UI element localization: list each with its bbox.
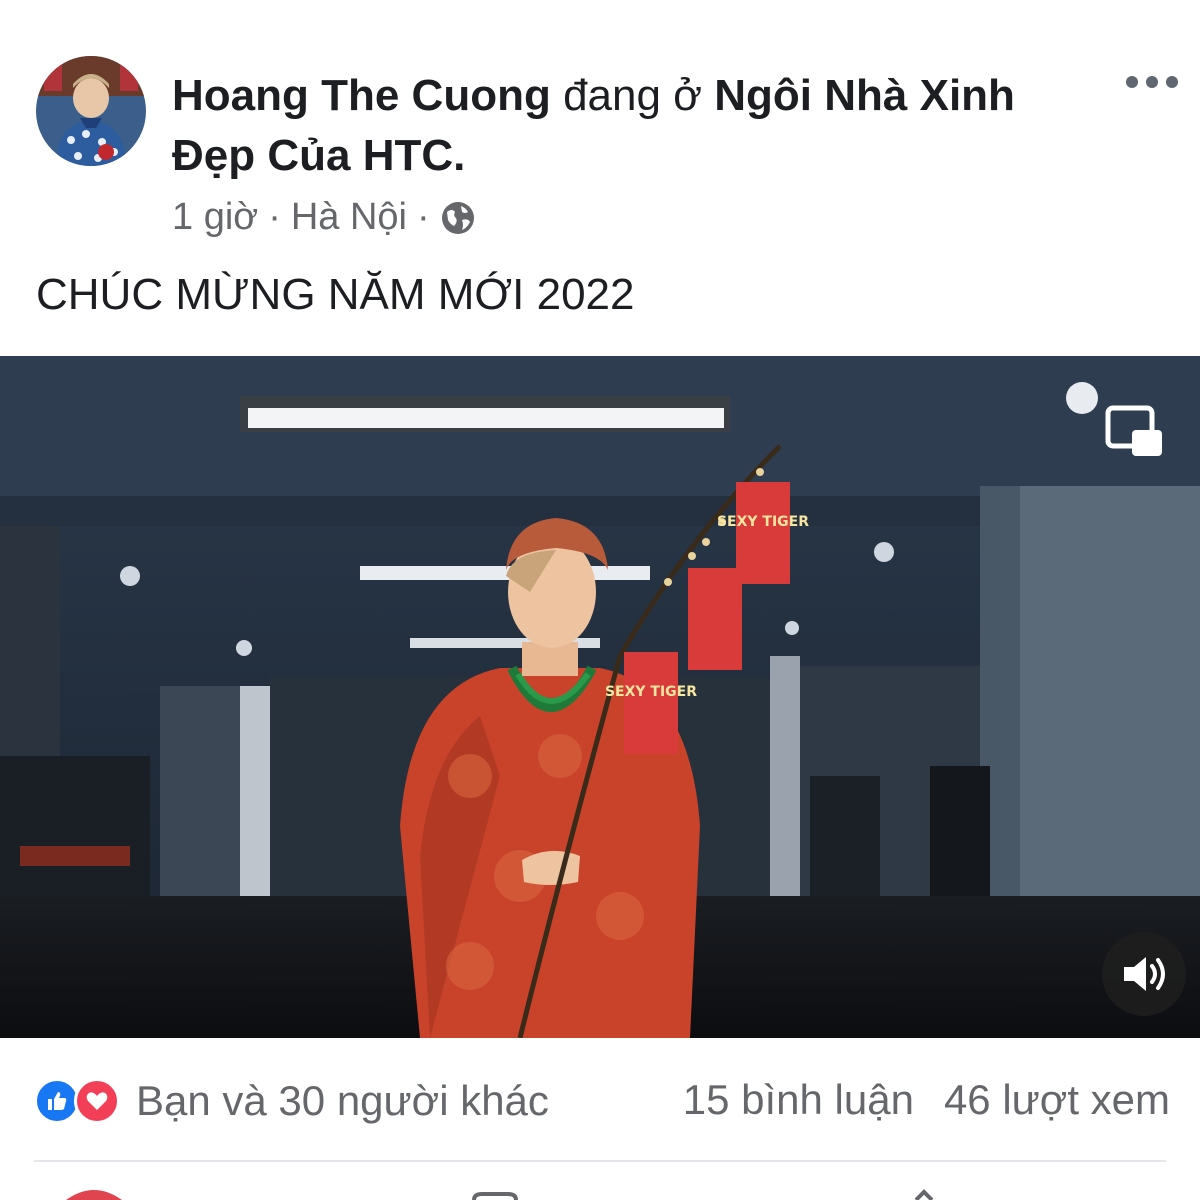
reaction-icons — [34, 1076, 126, 1126]
author-avatar[interactable] — [36, 56, 146, 166]
post-caption: CHÚC MỪNG NĂM MỚI 2022 — [36, 270, 635, 319]
picture-in-picture-icon[interactable] — [1104, 404, 1166, 462]
more-dots-icon — [1126, 76, 1138, 88]
checkin-verb: đang ở — [563, 71, 703, 120]
share-action-icon[interactable] — [910, 1186, 940, 1200]
reaction-summary[interactable]: Bạn và 30 người khác — [34, 1076, 549, 1126]
comments-count[interactable]: 15 bình luận — [683, 1076, 914, 1124]
post-time[interactable]: 1 giờ — [172, 196, 258, 239]
feed-post: Hoang The Cuong đang ở Ngôi Nhà Xinh Đẹp… — [0, 0, 1200, 1200]
engagement-counts: 15 bình luận 46 lượt xem — [683, 1076, 1170, 1124]
more-dot — [1166, 76, 1178, 88]
heart-icon — [74, 1078, 120, 1124]
author-name[interactable]: Hoang The Cuong — [172, 71, 551, 120]
meta-separator-2: · — [417, 196, 430, 238]
reactions-text: Bạn và 30 người khác — [136, 1077, 549, 1124]
comment-action-icon[interactable] — [470, 1186, 520, 1200]
post-video[interactable]: SEXY TIGER SEXY TIGER — [0, 356, 1200, 1038]
lantern-text-2: SEXY TIGER — [717, 514, 809, 530]
more-dot — [1146, 76, 1158, 88]
post-location[interactable]: Hà Nội — [291, 196, 407, 239]
more-options-button[interactable] — [1126, 64, 1178, 100]
globe-icon[interactable] — [440, 200, 476, 236]
avatar-image — [36, 56, 146, 166]
post-header: Hoang The Cuong đang ở Ngôi Nhà Xinh Đẹp… — [172, 66, 1102, 186]
like-action-icon[interactable] — [66, 1186, 122, 1200]
views-count[interactable]: 46 lượt xem — [944, 1076, 1170, 1124]
meta-separator: · — [268, 196, 281, 238]
video-frame: SEXY TIGER SEXY TIGER — [0, 356, 1200, 1038]
lantern-text-1: SEXY TIGER — [605, 684, 697, 700]
post-meta: 1 giờ · Hà Nội · — [172, 196, 476, 239]
footer-divider — [34, 1160, 1166, 1162]
speaker-icon[interactable] — [1102, 932, 1186, 1016]
